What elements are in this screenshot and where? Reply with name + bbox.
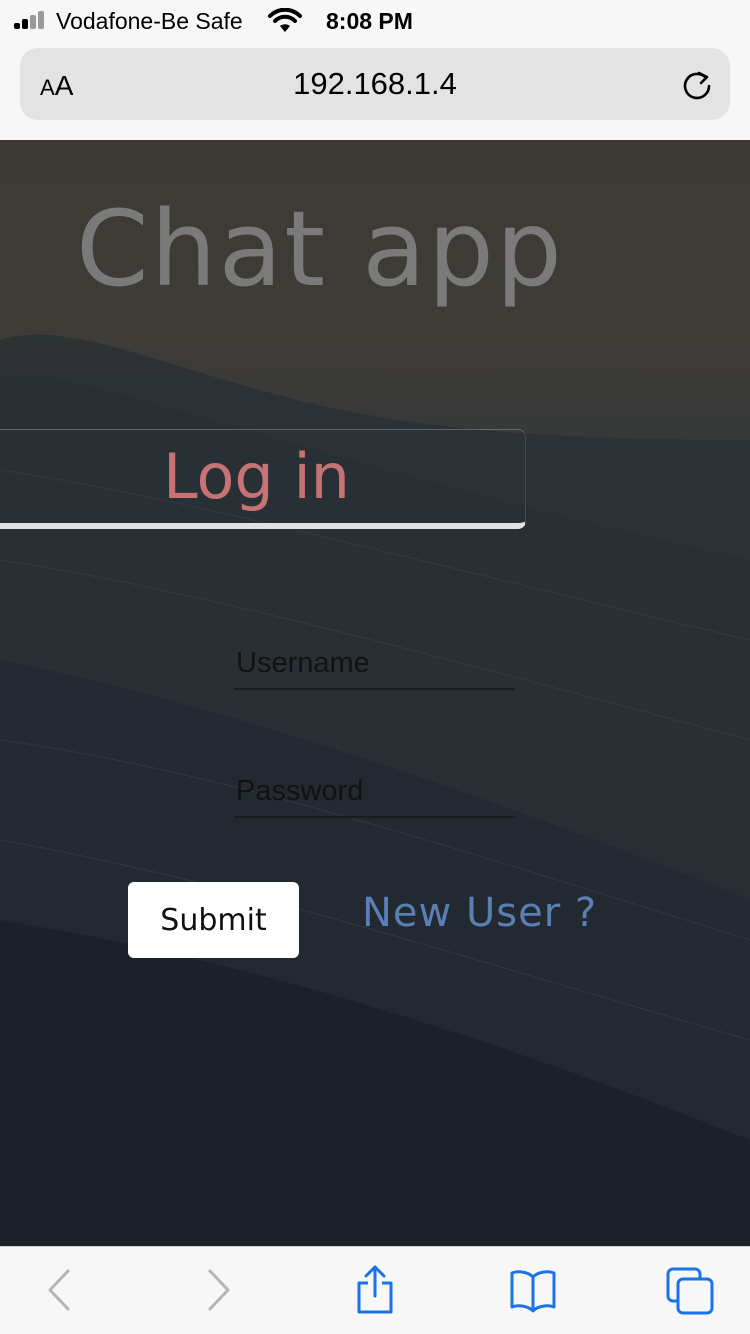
url-text[interactable]: 192.168.1.4: [20, 66, 730, 102]
address-bar[interactable]: AA 192.168.1.4: [20, 48, 730, 120]
app-title: Chat app: [76, 188, 564, 310]
page-background: Chat app Log in Submit New User ?: [0, 140, 750, 1246]
tabs-icon[interactable]: [664, 1265, 716, 1315]
carrier-name: Vodafone-Be Safe: [56, 8, 243, 34]
login-heading: Log in: [163, 440, 350, 513]
submit-button[interactable]: Submit: [128, 882, 299, 958]
cellular-signal-icon: [14, 11, 48, 29]
password-input[interactable]: [234, 766, 515, 818]
browser-url-area: AA 192.168.1.4: [0, 40, 750, 140]
forward-icon[interactable]: [190, 1265, 242, 1315]
back-icon[interactable]: [36, 1265, 88, 1315]
status-time: 8:08 PM: [326, 8, 413, 34]
wifi-icon: [268, 8, 302, 32]
status-bar: Vodafone-Be Safe 8:08 PM: [0, 0, 750, 40]
screen: Vodafone-Be Safe 8:08 PM AA 192.168.1.4: [0, 0, 750, 1334]
username-input[interactable]: [234, 638, 515, 690]
reload-icon[interactable]: [680, 68, 714, 102]
browser-toolbar: [0, 1246, 750, 1334]
bookmarks-icon[interactable]: [507, 1265, 559, 1315]
login-heading-card: Log in: [0, 429, 526, 529]
new-user-link[interactable]: New User ?: [362, 890, 597, 936]
share-icon[interactable]: [349, 1265, 401, 1315]
